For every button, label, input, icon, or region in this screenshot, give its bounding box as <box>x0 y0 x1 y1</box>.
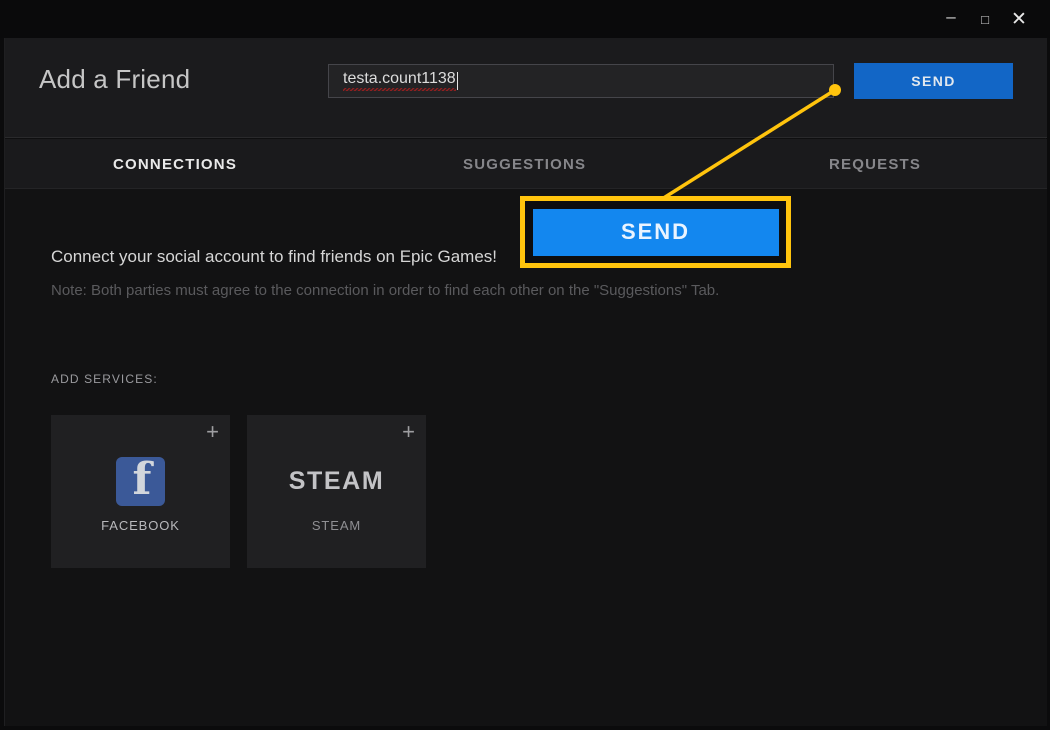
callout-send-button[interactable]: SEND <box>532 208 779 256</box>
steam-wordmark: STEAM <box>288 466 385 495</box>
friend-search-input[interactable]: testa.count1138 <box>328 64 834 98</box>
tab-requests[interactable]: REQUESTS <box>829 139 921 189</box>
title-bar: – □ ✕ <box>0 0 1050 38</box>
service-card-facebook[interactable]: + FACEBOOK <box>51 415 230 568</box>
minimize-icon[interactable]: – <box>934 1 968 31</box>
tab-suggestions[interactable]: SUGGESTIONS <box>463 139 586 189</box>
connections-panel: Connect your social account to find frie… <box>5 189 1047 726</box>
service-card-label: FACEBOOK <box>101 518 180 533</box>
add-service-plus-icon[interactable]: + <box>206 421 219 443</box>
add-service-plus-icon[interactable]: + <box>402 421 415 443</box>
text-caret <box>456 72 458 90</box>
tab-connections[interactable]: CONNECTIONS <box>113 139 237 189</box>
send-button[interactable]: SEND <box>854 63 1013 99</box>
window-frame: Add a Friend testa.count1138 SEND CONNEC… <box>4 38 1047 726</box>
add-friend-header: Add a Friend testa.count1138 SEND <box>5 38 1047 138</box>
service-card-label: STEAM <box>311 518 362 533</box>
close-icon[interactable]: ✕ <box>1002 4 1036 34</box>
friend-search-input-value: testa.count1138 <box>343 69 456 93</box>
service-card-list: + FACEBOOK + STEAM STEAM <box>51 415 426 568</box>
send-button-callout: SEND <box>520 196 791 268</box>
connect-heading: Connect your social account to find frie… <box>51 247 498 266</box>
add-services-label: ADD SERVICES: <box>51 372 158 386</box>
service-card-steam[interactable]: + STEAM STEAM <box>247 415 426 568</box>
epic-games-add-friend-window: – □ ✕ Add a Friend testa.count1138 SEND … <box>0 0 1050 730</box>
tab-bar: CONNECTIONS SUGGESTIONS REQUESTS <box>5 139 1047 189</box>
steam-logo: STEAM <box>247 453 426 509</box>
page-title: Add a Friend <box>39 64 191 94</box>
facebook-logo <box>51 453 230 509</box>
maximize-icon[interactable]: □ <box>968 4 1002 34</box>
facebook-f-icon <box>116 456 165 506</box>
connect-note: Note: Both parties must agree to the con… <box>51 282 720 299</box>
